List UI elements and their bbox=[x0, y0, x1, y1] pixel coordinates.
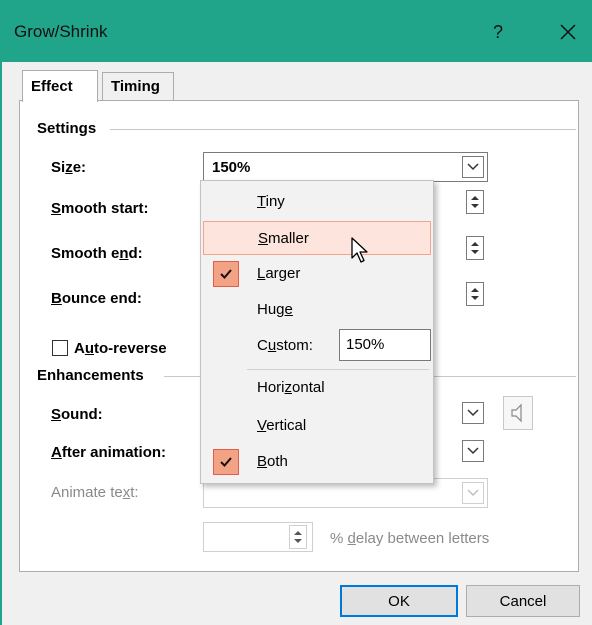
dialog-title: Grow/Shrink bbox=[14, 22, 108, 41]
tab-timing-label: Timing bbox=[111, 78, 160, 95]
menu-item-label: Both bbox=[257, 453, 288, 470]
auto-reverse-label: Auto-reverse bbox=[74, 340, 167, 357]
help-button[interactable]: ? bbox=[478, 14, 518, 50]
settings-divider bbox=[110, 129, 576, 130]
menu-item-label: Horizontal bbox=[257, 379, 325, 396]
menu-item-vertical[interactable]: Vertical bbox=[203, 409, 431, 443]
spinner-arrows-icon bbox=[294, 531, 302, 543]
custom-size-value: 150% bbox=[346, 336, 385, 353]
checkmark-icon bbox=[213, 261, 239, 287]
smooth-start-spinner[interactable] bbox=[466, 190, 484, 214]
smooth-start-label: Smooth start: bbox=[51, 200, 149, 217]
tab-timing[interactable]: Timing bbox=[102, 72, 174, 100]
size-dropdown-menu: Tiny Smaller Larger Huge Custom: 150% Ho… bbox=[200, 180, 434, 484]
size-combo[interactable]: 150% bbox=[203, 152, 488, 182]
menu-item-label: Larger bbox=[257, 265, 301, 282]
menu-item-custom[interactable]: Custom: 150% bbox=[203, 329, 431, 363]
menu-separator bbox=[247, 369, 429, 370]
menu-item-larger[interactable]: Larger bbox=[203, 257, 431, 291]
spinner-arrows-icon bbox=[471, 196, 479, 208]
ok-button-label: OK bbox=[388, 592, 410, 610]
menu-item-huge[interactable]: Huge bbox=[203, 293, 431, 327]
cancel-button-label: Cancel bbox=[499, 592, 547, 610]
chevron-down-icon bbox=[467, 489, 479, 497]
settings-group-label: Settings bbox=[37, 120, 101, 137]
menu-item-tiny[interactable]: Tiny bbox=[203, 185, 431, 219]
sound-dropdown-button[interactable] bbox=[462, 402, 484, 424]
chevron-down-icon bbox=[467, 447, 479, 455]
cancel-button[interactable]: Cancel bbox=[466, 585, 580, 617]
title-bar: Grow/Shrink ? bbox=[0, 0, 592, 62]
close-icon bbox=[560, 24, 576, 40]
after-animation-label: After animation: bbox=[51, 444, 167, 461]
menu-item-both[interactable]: Both bbox=[203, 445, 431, 479]
smooth-end-spinner[interactable] bbox=[466, 236, 484, 260]
bounce-end-label: Bounce end: bbox=[51, 290, 142, 307]
sound-label: Sound: bbox=[51, 406, 103, 423]
animate-text-dropdown-button[interactable] bbox=[462, 482, 484, 504]
delay-spinner[interactable] bbox=[289, 525, 307, 549]
animate-text-label: Animate text: bbox=[51, 484, 139, 501]
size-label: Size: bbox=[51, 159, 87, 176]
sound-volume-button[interactable] bbox=[503, 396, 533, 430]
mouse-cursor-icon bbox=[351, 237, 368, 263]
speaker-icon bbox=[511, 403, 522, 423]
auto-reverse-checkbox[interactable] bbox=[52, 340, 68, 356]
smooth-end-label: Smooth end: bbox=[51, 245, 143, 262]
size-value: 150% bbox=[212, 159, 251, 176]
tab-effect-label: Effect bbox=[31, 78, 73, 95]
menu-item-label: Huge bbox=[257, 301, 293, 318]
menu-item-smaller[interactable]: Smaller bbox=[203, 221, 431, 255]
tab-effect[interactable]: Effect bbox=[22, 70, 98, 102]
enhancements-group-label: Enhancements bbox=[37, 367, 148, 384]
window-border bbox=[0, 62, 2, 625]
menu-item-horizontal[interactable]: Horizontal bbox=[203, 371, 431, 405]
menu-item-label: Smaller bbox=[258, 230, 309, 247]
menu-item-label: Tiny bbox=[257, 193, 285, 210]
chevron-down-icon bbox=[467, 163, 479, 171]
custom-size-input[interactable]: 150% bbox=[339, 329, 431, 361]
ok-button[interactable]: OK bbox=[340, 585, 458, 617]
after-animation-dropdown-button[interactable] bbox=[462, 440, 484, 462]
grow-shrink-dialog: Grow/Shrink ? Effect Timing Settings Siz… bbox=[0, 0, 592, 625]
checkmark-icon bbox=[213, 449, 239, 475]
size-dropdown-button[interactable] bbox=[462, 156, 484, 178]
spinner-arrows-icon bbox=[471, 288, 479, 300]
spinner-arrows-icon bbox=[471, 242, 479, 254]
chevron-down-icon bbox=[467, 409, 479, 417]
menu-item-label: Vertical bbox=[257, 417, 307, 434]
delay-label: % delay between letters bbox=[330, 530, 490, 547]
bounce-end-spinner[interactable] bbox=[466, 282, 484, 306]
menu-item-label: Custom: bbox=[257, 337, 313, 354]
close-button[interactable] bbox=[548, 14, 588, 50]
